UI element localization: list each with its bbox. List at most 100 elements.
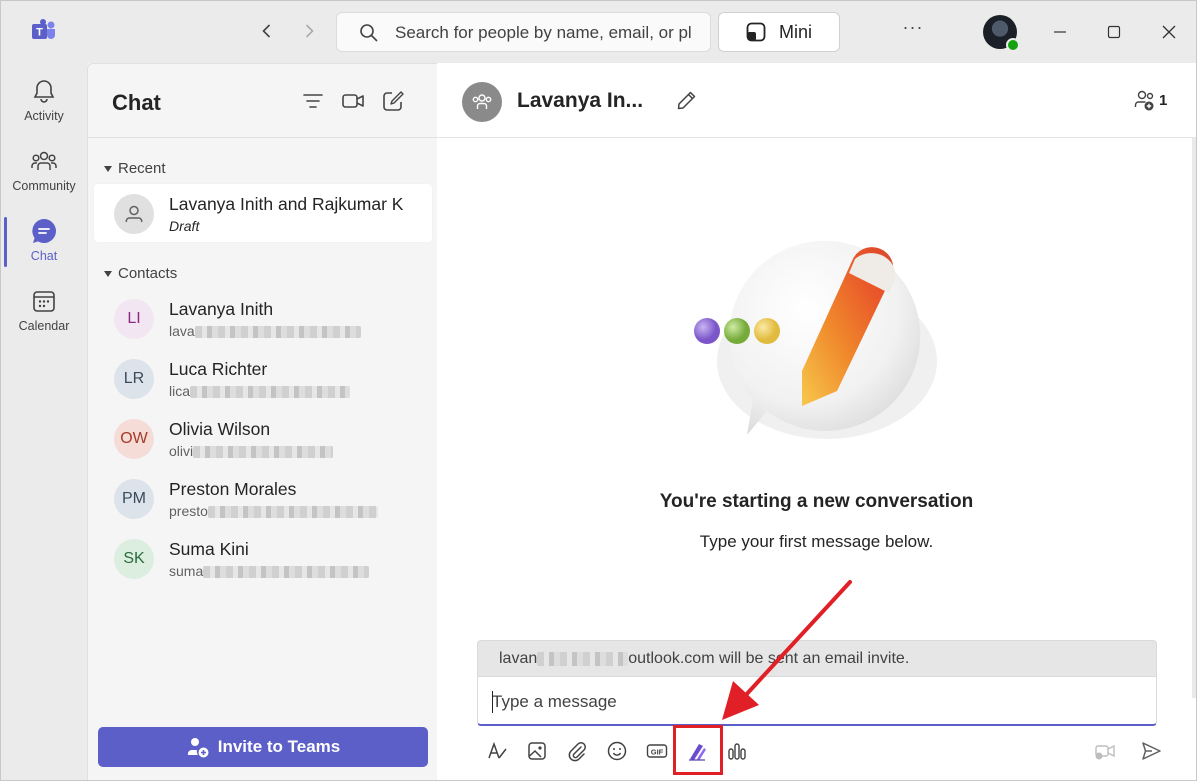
- contacts-section-header[interactable]: Contacts: [104, 265, 177, 282]
- format-button[interactable]: [477, 735, 517, 767]
- rail-item-community[interactable]: Community: [1, 139, 87, 205]
- profile-avatar[interactable]: [983, 15, 1020, 52]
- redacted-text: [207, 506, 378, 519]
- close-icon[interactable]: [1156, 19, 1182, 45]
- contact-name: Luca Richter: [169, 359, 268, 379]
- emoji-button[interactable]: [597, 735, 637, 767]
- notice-prefix: lavan: [499, 650, 538, 667]
- participant-count: 1: [1159, 91, 1168, 109]
- scrollbar[interactable]: [1192, 138, 1196, 698]
- chat-item-name: Lavanya Inith and Rajkumar K: [169, 194, 404, 214]
- send-icon: [1142, 742, 1161, 760]
- contact-item[interactable]: LI Lavanya Inith lava: [94, 289, 432, 347]
- contact-avatar: LR: [114, 359, 154, 399]
- group-avatar: [114, 194, 154, 234]
- contact-email-prefix: presto: [169, 503, 208, 519]
- presence-available-badge: [1006, 38, 1020, 52]
- conversation-title[interactable]: Lavanya In...: [517, 89, 643, 113]
- rail-item-calendar[interactable]: Calendar: [1, 279, 87, 345]
- compose-right-tools: [1085, 735, 1171, 767]
- contact-avatar: OW: [114, 419, 154, 459]
- chevron-left-icon: [262, 24, 271, 38]
- contact-item[interactable]: PM Preston Morales presto: [94, 469, 432, 527]
- contact-email-prefix: suma: [169, 563, 204, 579]
- teams-logo-icon: T: [32, 19, 55, 39]
- notice-suffix: outlook.com will be sent an email invite…: [628, 650, 910, 667]
- redacted-text: [190, 386, 351, 399]
- contact-item[interactable]: SK Suma Kini suma: [94, 529, 432, 587]
- back-button[interactable]: [257, 21, 277, 41]
- chat-icon: [32, 219, 56, 243]
- participants-button[interactable]: 1: [1133, 88, 1167, 112]
- image-icon: [528, 742, 546, 760]
- rail-item-activity[interactable]: Activity: [1, 69, 87, 135]
- contact-email-prefix: lica: [169, 383, 191, 399]
- meet-now-button[interactable]: [1085, 735, 1125, 767]
- redacted-text: [194, 326, 361, 339]
- compose-box[interactable]: [477, 676, 1157, 726]
- invite-to-teams-button[interactable]: Invite to Teams: [98, 727, 428, 767]
- highlight-annotation-box: [673, 725, 723, 775]
- chat-item-draft-label: Draft: [169, 218, 200, 234]
- chat-list-divider: [88, 137, 437, 138]
- message-input[interactable]: [492, 690, 1132, 714]
- empty-state-title: You're starting a new conversation: [659, 491, 974, 512]
- contact-email: olivi: [169, 443, 334, 459]
- search-box[interactable]: [336, 12, 711, 52]
- emoji-icon: [607, 741, 627, 761]
- video-schedule-icon: [1095, 744, 1115, 760]
- redacted-text: [203, 566, 370, 579]
- new-chat-icon[interactable]: [380, 88, 406, 114]
- pencil-edit-icon[interactable]: [675, 88, 699, 112]
- app-rail: Activity Community Chat Calendar: [1, 63, 87, 780]
- mini-button[interactable]: Mini: [718, 12, 840, 52]
- send-button[interactable]: [1131, 735, 1171, 767]
- email-invite-notice: lavan outlook.com will be sent an email i…: [477, 640, 1157, 676]
- minimize-icon[interactable]: [1047, 19, 1073, 45]
- rail-item-chat[interactable]: Chat: [1, 209, 87, 275]
- attach-button[interactable]: [557, 735, 597, 767]
- image-button[interactable]: [517, 735, 557, 767]
- maximize-icon[interactable]: [1101, 19, 1127, 45]
- contact-name: Preston Morales: [169, 479, 297, 499]
- recent-section-header[interactable]: Recent: [104, 160, 166, 177]
- chat-list-title: Chat: [112, 90, 161, 115]
- collapse-triangle-icon: [104, 165, 112, 172]
- collapse-triangle-icon: [104, 270, 112, 277]
- redacted-text: [537, 651, 629, 666]
- filter-icon[interactable]: [300, 88, 326, 114]
- contact-email: lava: [169, 323, 361, 339]
- new-conversation-illustration: [694, 240, 937, 439]
- contact-item[interactable]: OW Olivia Wilson olivi: [94, 409, 432, 467]
- contact-email: presto: [169, 503, 378, 519]
- group-people-icon: [472, 94, 492, 109]
- more-options-button[interactable]: ···: [901, 17, 925, 41]
- recent-label: Recent: [118, 160, 166, 177]
- community-icon: [31, 151, 57, 170]
- teams-window: T Mini ··· Activity: [0, 0, 1197, 781]
- contact-item[interactable]: LR Luca Richter lica: [94, 349, 432, 407]
- poll-button[interactable]: [717, 735, 757, 767]
- rail-label-activity: Activity: [24, 109, 64, 123]
- gif-button[interactable]: GIF: [637, 735, 677, 767]
- chat-item-selected[interactable]: Lavanya Inith and Rajkumar K Draft: [94, 184, 432, 242]
- contact-avatar: LI: [114, 299, 154, 339]
- rail-label-community: Community: [12, 179, 76, 193]
- contact-email-prefix: olivi: [169, 443, 194, 459]
- poll-chart-icon: [728, 743, 746, 760]
- contact-name: Suma Kini: [169, 539, 249, 559]
- forward-button[interactable]: [299, 21, 319, 41]
- format-text-icon: [488, 741, 507, 759]
- add-person-icon: [187, 738, 209, 758]
- svg-text:T: T: [36, 27, 43, 39]
- calendar-icon: [33, 291, 55, 312]
- video-call-icon[interactable]: [340, 88, 366, 114]
- contact-email: lica: [169, 383, 351, 399]
- chat-list-panel: Chat Recent Lavanya Inith and Rajkumar K…: [87, 63, 437, 780]
- bell-icon: [33, 80, 55, 103]
- group-chat-avatar: [462, 82, 502, 122]
- invite-label: Invite to Teams: [217, 737, 341, 756]
- search-input[interactable]: [395, 21, 700, 45]
- mini-label: Mini: [779, 21, 813, 42]
- contact-avatar: PM: [114, 479, 154, 519]
